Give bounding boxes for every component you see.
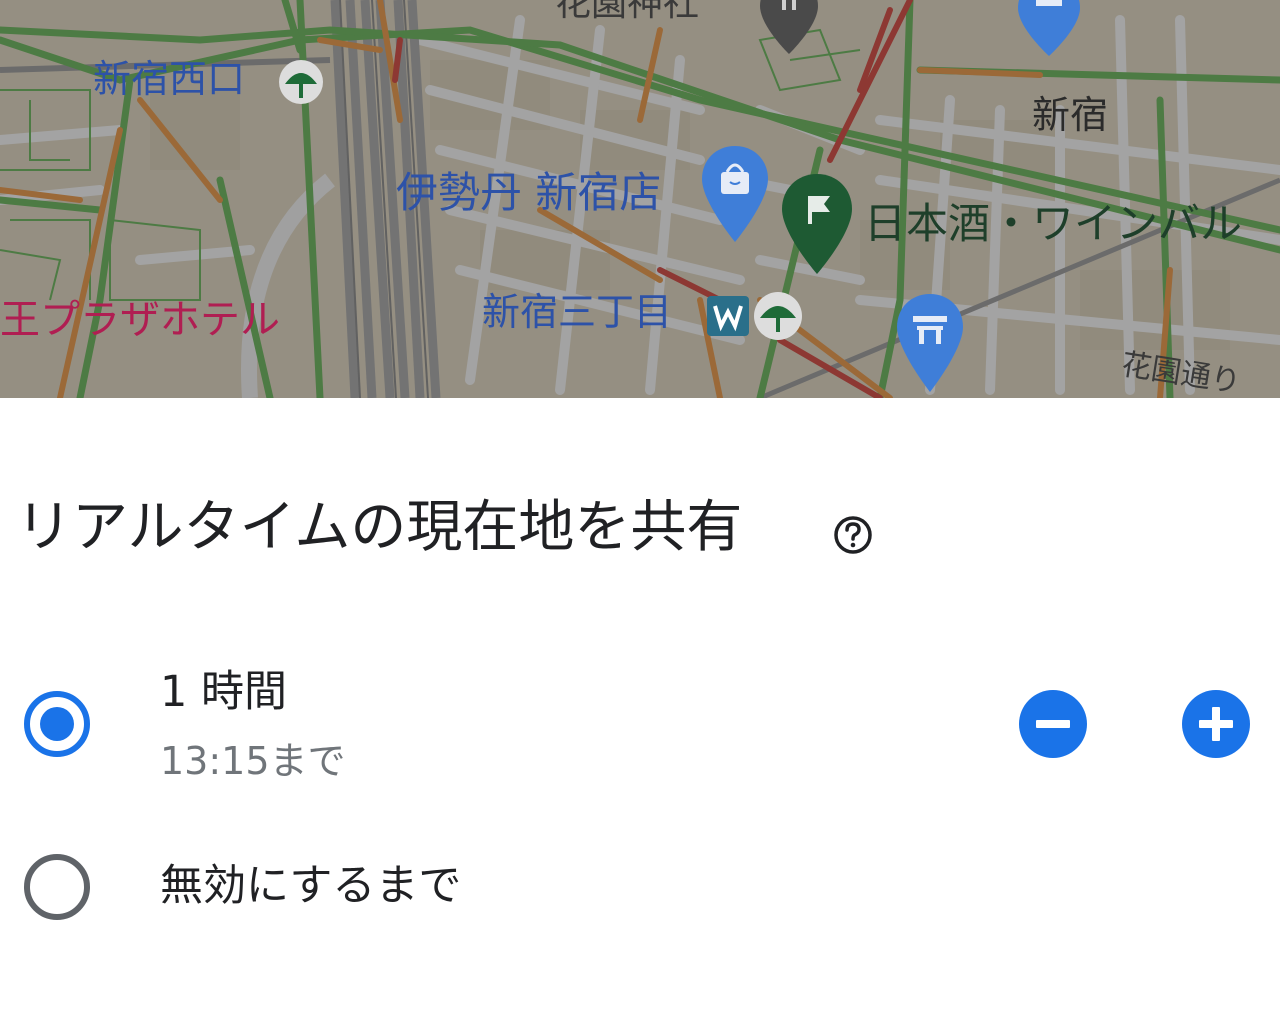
minus-icon — [1036, 720, 1070, 728]
map-label-keio-plaza[interactable]: 王プラザホテル — [0, 300, 280, 340]
flag-pin-icon[interactable] — [780, 174, 854, 276]
increase-duration-button[interactable] — [1182, 690, 1250, 758]
map-view[interactable]: 花園神社 新宿西口 新宿 伊勢丹 新宿店 日本酒・ワインバル 王プラザホテル 新… — [0, 0, 1280, 398]
help-circle-icon[interactable] — [833, 515, 873, 555]
option-until-off-label[interactable]: 無効にするまで — [160, 865, 461, 908]
sheet-title: リアルタイムの現在地を共有 — [16, 495, 743, 560]
map-label-hanazono-jinja[interactable]: 花園神社 — [555, 0, 699, 22]
map-label-shinjuku-sanchome[interactable]: 新宿三丁目 — [482, 293, 672, 331]
map-label-nihonshu-bar[interactable]: 日本酒・ワインバル — [864, 203, 1242, 245]
map-label-isetan[interactable]: 伊勢丹 新宿店 — [396, 172, 661, 214]
hotel-pin-icon[interactable] — [1016, 0, 1082, 58]
option-one-hour-until: 13:15まで — [160, 739, 346, 783]
plus-icon — [1199, 707, 1233, 741]
map-label-shinjuku[interactable]: 新宿 — [1032, 96, 1108, 134]
place-pin-icon[interactable] — [758, 0, 820, 56]
map-label-shinjuku-nishiguchi[interactable]: 新宿西口 — [93, 60, 245, 98]
shopping-bag-pin-icon[interactable] — [700, 146, 770, 244]
metro-logo-icon — [707, 296, 749, 336]
temple-pin-icon[interactable] — [895, 294, 965, 394]
radio-one-hour[interactable] — [22, 689, 92, 759]
subway-station-icon — [279, 60, 323, 104]
subway-station-icon-2 — [754, 292, 802, 340]
share-location-sheet: リアルタイムの現在地を共有 1 時間 13:15まで 無効にするまで — [0, 398, 1280, 1024]
radio-until-off[interactable] — [22, 852, 92, 922]
decrease-duration-button[interactable] — [1019, 690, 1087, 758]
option-one-hour-label[interactable]: 1 時間 — [160, 671, 287, 714]
